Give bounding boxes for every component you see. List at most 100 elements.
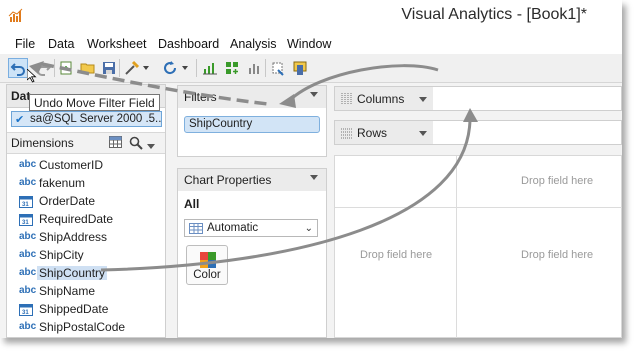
chart-properties-menu-arrow-icon[interactable] xyxy=(310,175,318,180)
text-field-icon: abc xyxy=(19,267,37,278)
drop-zone-rows[interactable]: Drop field here xyxy=(360,249,432,261)
toolbar-separator xyxy=(119,59,120,77)
canvas-divider xyxy=(456,156,457,338)
dropdown-arrow-icon[interactable] xyxy=(180,58,190,78)
redo-icon[interactable] xyxy=(34,58,54,78)
grid-view-icon[interactable] xyxy=(109,136,122,151)
filters-title: Filters xyxy=(184,90,217,104)
filters-menu-arrow-icon[interactable] xyxy=(310,92,318,97)
chart-type-select[interactable]: Automatic ⌄ xyxy=(184,219,318,237)
columns-menu-arrow-icon[interactable] xyxy=(419,97,427,102)
chart-properties-title: Chart Properties xyxy=(184,173,272,187)
rows-icon xyxy=(341,127,353,142)
present-icon[interactable] xyxy=(290,58,310,78)
drop-zone-view[interactable]: Drop field here xyxy=(521,249,593,261)
menu-worksheet[interactable]: Worksheet xyxy=(87,37,147,51)
chart-properties-header: Chart Properties xyxy=(178,169,326,191)
dropdown-arrow-icon[interactable] xyxy=(147,139,155,153)
field-label: ShipCountry xyxy=(37,266,108,280)
undo-icon[interactable] xyxy=(8,58,28,78)
color-button[interactable]: Color xyxy=(186,245,228,285)
field-label: ShippedDate xyxy=(39,302,109,316)
data-connection[interactable]: ✔ sa@SQL Server 2000 .5... xyxy=(11,111,162,127)
filters-header: Filters xyxy=(178,86,326,108)
text-field-icon: abc xyxy=(19,231,37,242)
menu-window[interactable]: Window xyxy=(287,37,331,51)
data-source-icon[interactable] xyxy=(122,58,142,78)
text-field-icon: abc xyxy=(19,285,37,296)
date-field-icon: 31 xyxy=(19,303,37,319)
field-item[interactable]: 31 ShippedDate xyxy=(19,301,159,317)
data-panel-title: Dat xyxy=(11,89,31,103)
title-bar: Visual Analytics - [Book1]* xyxy=(0,0,622,34)
dimensions-header: Dimensions xyxy=(7,132,165,154)
color-button-label: Color xyxy=(193,269,221,281)
field-item[interactable]: abc ShipAddress xyxy=(19,229,159,245)
refresh-icon[interactable] xyxy=(160,58,180,78)
open-icon[interactable] xyxy=(78,58,98,78)
drop-zone-columns[interactable]: Drop field here xyxy=(521,175,593,187)
dropdown-arrow-icon[interactable] xyxy=(141,58,151,78)
check-icon: ✔ xyxy=(15,114,25,126)
columns-shelf-header: Columns xyxy=(335,87,433,110)
text-field-icon: abc xyxy=(19,177,37,188)
field-item[interactable]: abc ShipCountry xyxy=(19,265,159,281)
menu-dashboard[interactable]: Dashboard xyxy=(158,37,219,51)
chart-type-value: Automatic xyxy=(207,222,259,234)
toolbar-separator xyxy=(265,59,266,77)
field-item[interactable]: abc ShipPostalCode xyxy=(19,319,159,335)
menu-file[interactable]: File xyxy=(15,37,35,51)
columns-label: Columns xyxy=(357,92,405,106)
svg-text:31: 31 xyxy=(22,202,29,208)
save-icon[interactable] xyxy=(99,58,119,78)
view-canvas[interactable]: Drop field here Drop field here Drop fie… xyxy=(334,155,622,338)
canvas-divider xyxy=(335,207,622,208)
menu-analysis[interactable]: Analysis xyxy=(230,37,277,51)
window-title: Visual Analytics - [Book1]* xyxy=(401,6,587,23)
chart-icon[interactable] xyxy=(200,58,220,78)
clear-icon[interactable] xyxy=(268,58,288,78)
toolbar xyxy=(0,54,622,83)
date-field-icon: 31 xyxy=(19,195,37,211)
field-item[interactable]: abc fakenum xyxy=(19,175,159,191)
field-item[interactable]: abc CustomerID xyxy=(19,157,159,173)
toolbar-separator xyxy=(54,59,55,77)
chevron-down-icon: ⌄ xyxy=(304,223,313,234)
text-field-icon: abc xyxy=(19,321,37,332)
rows-menu-arrow-icon[interactable] xyxy=(419,131,427,136)
field-label: ShipName xyxy=(39,284,96,298)
rows-label: Rows xyxy=(357,126,388,140)
search-icon[interactable] xyxy=(129,136,143,153)
columns-shelf[interactable]: Columns xyxy=(334,86,622,111)
field-label: RequiredDate xyxy=(39,212,114,226)
text-field-icon: abc xyxy=(19,159,37,170)
field-item[interactable]: abc ShipName xyxy=(19,283,159,299)
add-chart-icon[interactable] xyxy=(222,58,242,78)
columns-icon xyxy=(341,93,353,108)
mouse-cursor-icon xyxy=(26,68,37,86)
bar-chart-icon[interactable] xyxy=(244,58,264,78)
svg-text:31: 31 xyxy=(22,220,29,226)
menu-data[interactable]: Data xyxy=(48,37,74,51)
field-label: ShipCity xyxy=(39,248,84,262)
new-sheet-icon[interactable] xyxy=(56,58,76,78)
field-item[interactable]: abc ShipCity xyxy=(19,247,159,263)
field-label: ShipAddress xyxy=(39,230,108,244)
undo-tooltip: Undo Move Filter Field xyxy=(29,94,160,111)
connection-label: sa@SQL Server 2000 .5... xyxy=(30,113,162,125)
color-palette-icon xyxy=(200,252,216,268)
menu-bar: File Data Worksheet Dashboard Analysis W… xyxy=(0,34,622,54)
rows-shelf[interactable]: Rows xyxy=(334,120,622,145)
field-label: CustomerID xyxy=(39,158,104,172)
field-label: fakenum xyxy=(39,176,86,190)
date-field-icon: 31 xyxy=(19,213,37,229)
filters-panel: Filters ShipCountry xyxy=(177,85,327,157)
chart-properties-panel: Chart Properties All Automatic ⌄ Color xyxy=(177,168,327,338)
text-field-icon: abc xyxy=(19,249,37,260)
filter-pill-shipcountry[interactable]: ShipCountry xyxy=(184,116,320,133)
marks-scope-label: All xyxy=(184,197,200,211)
field-label: ShipPostalCode xyxy=(39,320,126,334)
field-item[interactable]: 31 RequiredDate xyxy=(19,211,159,227)
chart-type-icon xyxy=(189,223,203,237)
field-item[interactable]: 31 OrderDate xyxy=(19,193,159,209)
